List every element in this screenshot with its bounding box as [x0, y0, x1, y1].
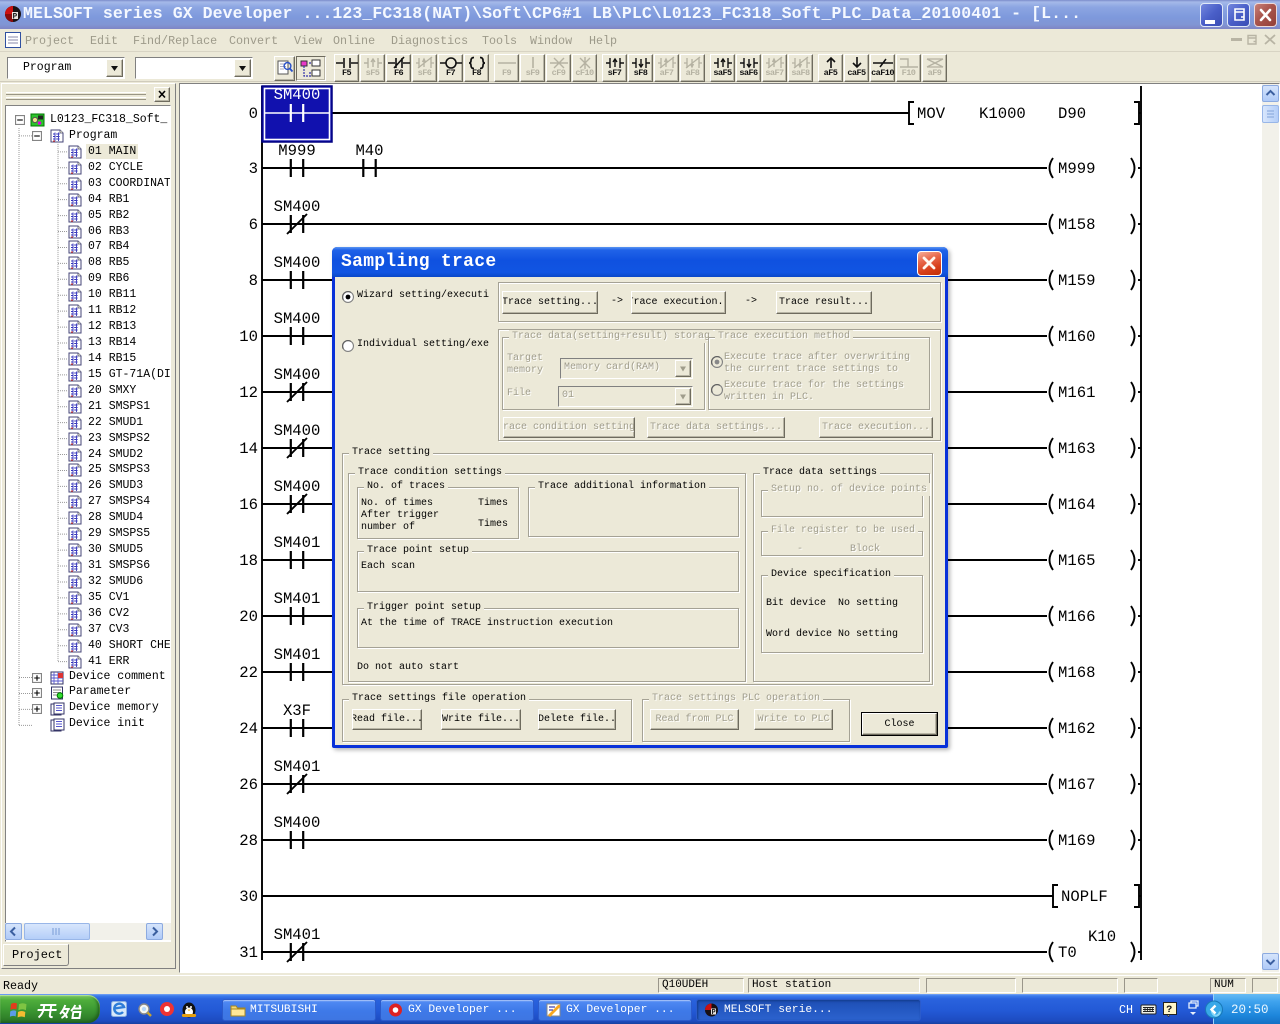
- svg-text:18: 18: [239, 552, 258, 570]
- svg-text:31: 31: [239, 944, 258, 962]
- svg-text:SM400: SM400: [274, 366, 321, 384]
- svg-text:M159: M159: [1058, 272, 1095, 290]
- svg-text:?: ?: [1166, 1005, 1172, 1016]
- svg-text:D90: D90: [1058, 105, 1086, 123]
- svg-text:16: 16: [239, 496, 258, 514]
- svg-text:24: 24: [239, 720, 258, 738]
- svg-text:14: 14: [239, 440, 258, 458]
- svg-text:M167: M167: [1058, 776, 1095, 794]
- svg-text:22: 22: [239, 664, 258, 682]
- svg-text:P: P: [13, 13, 18, 22]
- svg-text:SM400: SM400: [274, 478, 321, 496]
- svg-text:M166: M166: [1058, 608, 1095, 626]
- svg-text:X3F: X3F: [283, 702, 311, 720]
- svg-text:SM401: SM401: [274, 646, 321, 664]
- svg-text:MOV: MOV: [917, 105, 946, 123]
- svg-text:SM400: SM400: [274, 254, 321, 272]
- svg-text:M162: M162: [1058, 720, 1095, 738]
- svg-text:SM400: SM400: [274, 310, 321, 328]
- svg-text:SM401: SM401: [274, 758, 321, 776]
- svg-text:6: 6: [249, 216, 258, 234]
- svg-text:M163: M163: [1058, 440, 1095, 458]
- svg-text:30: 30: [239, 888, 258, 906]
- svg-text:20: 20: [239, 608, 258, 626]
- svg-text:M168: M168: [1058, 664, 1095, 682]
- svg-text:T0: T0: [1058, 944, 1077, 962]
- svg-text:SM401: SM401: [274, 534, 321, 552]
- svg-text:0: 0: [249, 105, 258, 123]
- svg-text:M169: M169: [1058, 832, 1095, 850]
- svg-text:M160: M160: [1058, 328, 1095, 346]
- svg-text:SM400: SM400: [274, 198, 321, 216]
- svg-text:K1000: K1000: [979, 105, 1026, 123]
- svg-text:SM401: SM401: [274, 590, 321, 608]
- svg-text:12: 12: [239, 384, 258, 402]
- svg-text:P: P: [712, 1009, 716, 1017]
- svg-text:M165: M165: [1058, 552, 1095, 570]
- svg-text:3: 3: [249, 160, 258, 178]
- svg-text:M164: M164: [1058, 496, 1095, 514]
- svg-text:M158: M158: [1058, 216, 1095, 234]
- svg-text:SM400: SM400: [274, 86, 321, 104]
- svg-text:M999: M999: [1058, 160, 1095, 178]
- svg-text:M999: M999: [278, 142, 315, 160]
- svg-text:NOPLF: NOPLF: [1061, 888, 1108, 906]
- svg-text:SM400: SM400: [274, 814, 321, 832]
- svg-text:M161: M161: [1058, 384, 1095, 402]
- svg-text:26: 26: [239, 776, 258, 794]
- svg-text:M40: M40: [355, 142, 383, 160]
- svg-text:8: 8: [249, 272, 258, 290]
- svg-text:28: 28: [239, 832, 258, 850]
- svg-text:SM401: SM401: [274, 926, 321, 944]
- svg-text:K10: K10: [1088, 928, 1116, 946]
- svg-text:SM400: SM400: [274, 422, 321, 440]
- svg-text:10: 10: [239, 328, 258, 346]
